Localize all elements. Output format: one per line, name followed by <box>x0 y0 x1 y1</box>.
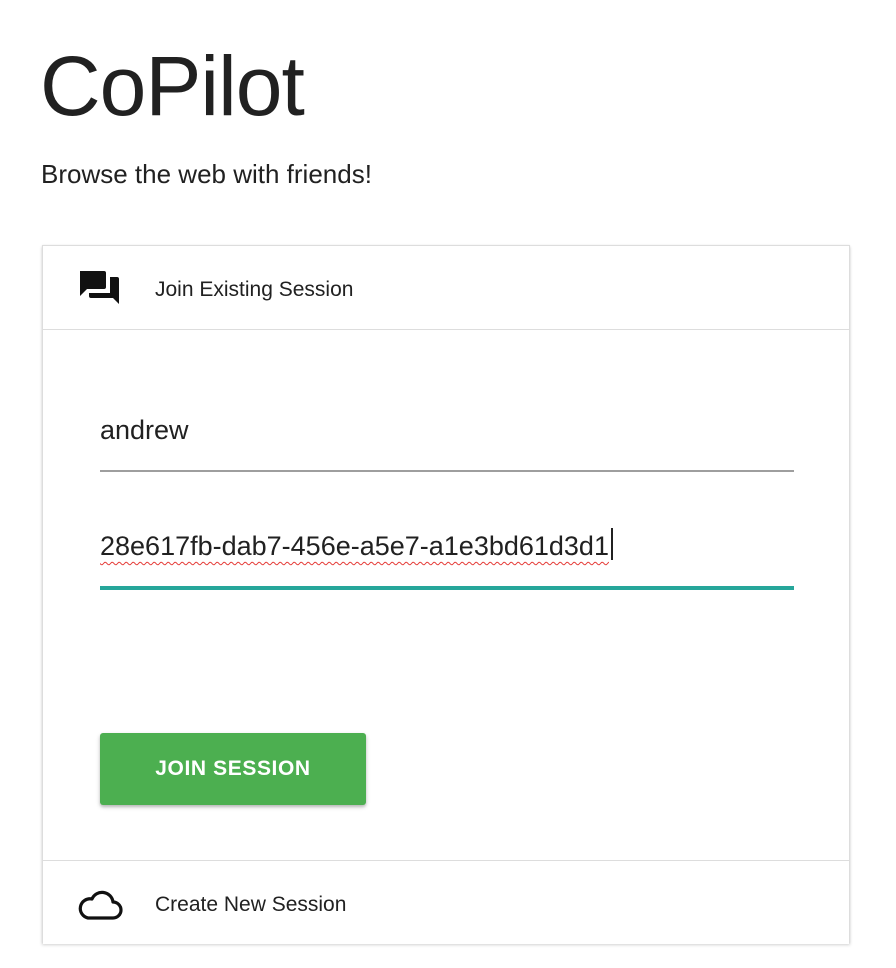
create-new-session-label: Create New Session <box>155 893 347 916</box>
create-new-session-header[interactable]: Create New Session <box>43 860 849 944</box>
join-session-button[interactable]: JOIN SESSION <box>100 733 366 805</box>
session-id-input[interactable]: 28e617fb-dab7-456e-a5e7-a1e3bd61d3d1 <box>100 526 794 590</box>
session-accordion: Join Existing Session andrew 28e617fb-da… <box>42 245 850 944</box>
app-title: CoPilot <box>40 39 305 133</box>
join-existing-session-label: Join Existing Session <box>155 278 354 301</box>
forum-icon <box>77 270 123 310</box>
session-id-value: 28e617fb-dab7-456e-a5e7-a1e3bd61d3d1 <box>100 531 609 561</box>
app-subtitle: Browse the web with friends! <box>41 159 372 189</box>
cloud-icon <box>77 885 123 925</box>
text-cursor <box>610 528 613 560</box>
join-existing-session-header[interactable]: Join Existing Session <box>43 246 849 330</box>
join-session-form: andrew 28e617fb-dab7-456e-a5e7-a1e3bd61d… <box>43 330 849 860</box>
name-input[interactable]: andrew <box>100 410 794 472</box>
name-input-value: andrew <box>100 415 189 445</box>
